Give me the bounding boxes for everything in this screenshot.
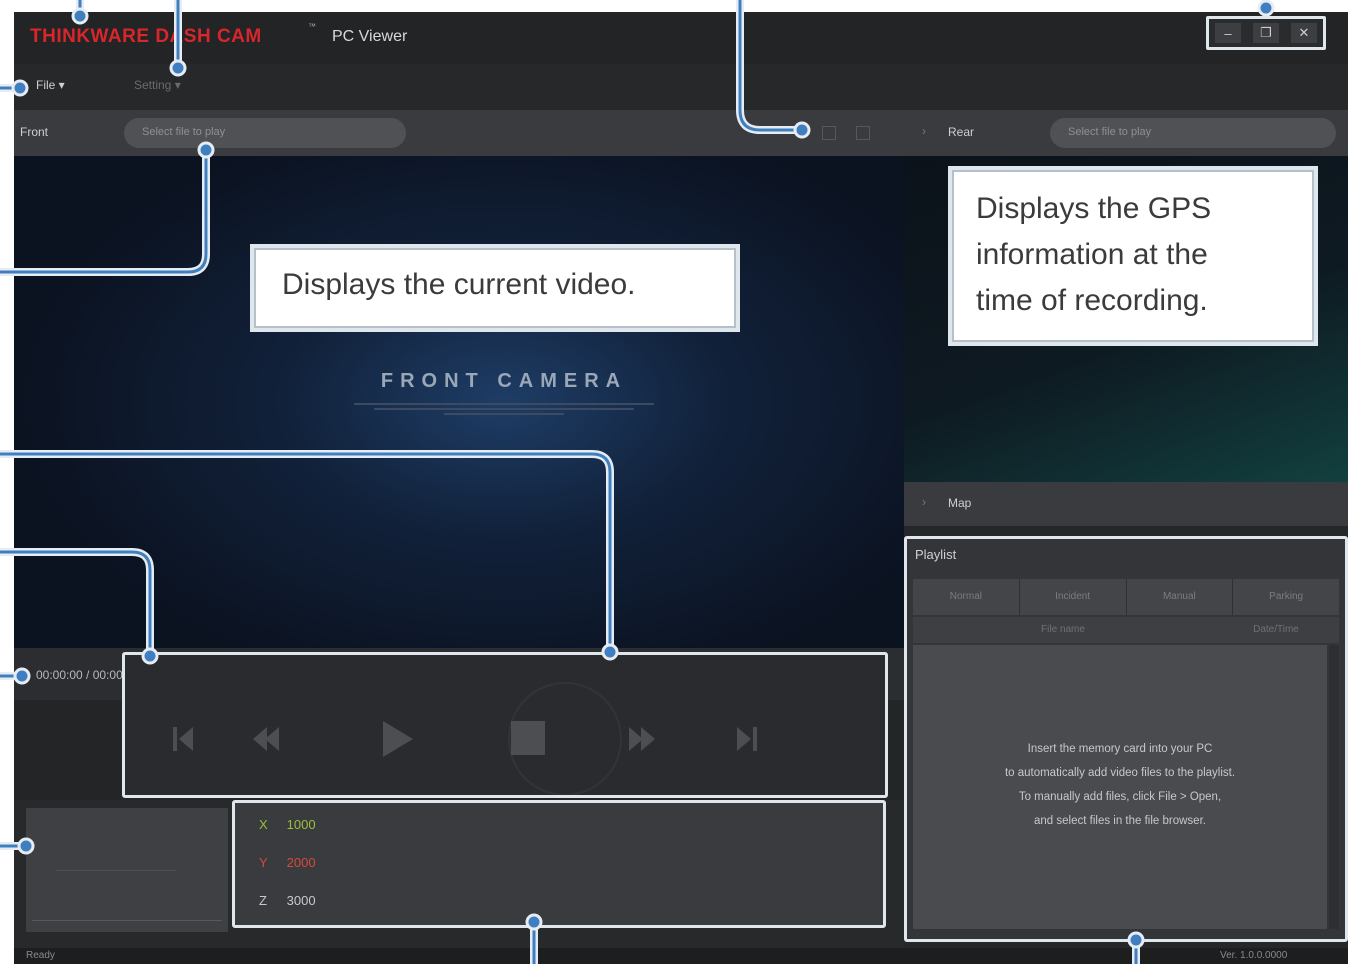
- gps-callout: Displays the GPS information at the time…: [948, 166, 1318, 346]
- g-sensor-z: Z 3000: [259, 893, 316, 908]
- play-icon[interactable]: [383, 721, 413, 757]
- playlist-scrollbar[interactable]: [1329, 645, 1339, 929]
- collapse-arrow-icon[interactable]: ›: [922, 124, 926, 138]
- rear-label: Rear: [948, 125, 975, 139]
- pc-viewer-window: THINKWARE DASH CAM ™ PC Viewer – ❐ ✕ Fil…: [14, 12, 1348, 964]
- gps-callout-line: Displays the GPS: [976, 192, 1212, 225]
- message-line: and select files in the file browser.: [1034, 815, 1206, 827]
- playback-controls: [122, 652, 888, 798]
- fast-forward-icon[interactable]: [629, 727, 655, 751]
- gps-callout-line: information at the: [976, 238, 1208, 271]
- rear-header: › Rear Select file to play: [904, 110, 1348, 156]
- axis-y-label: Y: [259, 855, 268, 870]
- stop-icon[interactable]: [511, 721, 545, 755]
- brand-logo: THINKWARE DASH CAM: [30, 26, 262, 47]
- playlist-empty-message: Insert the memory card into your PC to a…: [913, 737, 1327, 833]
- status-bar: Ready Ver. 1.0.0.0000: [14, 948, 1348, 964]
- playlist-body[interactable]: Insert the memory card into your PC to a…: [913, 645, 1327, 929]
- graph-baseline: [32, 920, 222, 921]
- skip-previous-icon[interactable]: [173, 727, 193, 751]
- graph-line: [56, 870, 176, 871]
- tab-parking[interactable]: Parking: [1233, 579, 1339, 615]
- front-header: Front Select file to play: [14, 110, 904, 156]
- video-callout: Displays the current video.: [250, 244, 740, 332]
- axis-z-value: 3000: [286, 893, 316, 908]
- playback-controls-graphic: [173, 682, 757, 795]
- split-view-icon[interactable]: [856, 126, 870, 140]
- column-date-time[interactable]: Date/Time: [1213, 617, 1339, 643]
- tab-manual[interactable]: Manual: [1127, 579, 1234, 615]
- title-bar: THINKWARE DASH CAM ™ PC Viewer – ❐ ✕: [14, 12, 1348, 64]
- status-text: Ready: [26, 950, 55, 961]
- menu-setting[interactable]: Setting ▾: [134, 78, 181, 92]
- video-callout-text: Displays the current video.: [282, 268, 636, 301]
- g-sensor-x: X 1000: [259, 817, 316, 832]
- map-label: Map: [948, 496, 972, 510]
- speed-graph: [26, 808, 228, 932]
- tab-normal[interactable]: Normal: [913, 579, 1020, 615]
- g-sensor-panel: X 1000 Y 2000 Z 3000: [232, 800, 886, 928]
- app-title: PC Viewer: [332, 28, 408, 45]
- window-controls: – ❐ ✕: [1206, 16, 1326, 50]
- close-button[interactable]: ✕: [1291, 23, 1317, 43]
- camera-subtitle-lines: [354, 400, 654, 415]
- maximize-button[interactable]: ❐: [1253, 23, 1279, 43]
- map-header[interactable]: › Map: [904, 482, 1348, 526]
- menu-file[interactable]: File ▾: [36, 78, 65, 92]
- message-line: Insert the memory card into your PC: [1027, 743, 1213, 755]
- front-file-select[interactable]: Select file to play: [124, 118, 406, 148]
- message-line: to automatically add video files to the …: [1004, 767, 1236, 779]
- playlist-header: File name Date/Time: [913, 617, 1339, 643]
- gps-callout-line: time of recording.: [976, 284, 1208, 317]
- front-label: Front: [20, 125, 49, 139]
- menu-bar: File ▾ Setting ▾: [14, 64, 1348, 110]
- rewind-icon[interactable]: [253, 727, 279, 751]
- axis-y-value: 2000: [286, 855, 316, 870]
- trademark-mark: ™: [308, 22, 316, 31]
- tab-incident[interactable]: Incident: [1020, 579, 1127, 615]
- playlist-tabs: Normal Incident Manual Parking: [913, 579, 1339, 615]
- rear-file-select[interactable]: Select file to play: [1050, 118, 1336, 148]
- column-file-name[interactable]: File name: [913, 617, 1213, 643]
- axis-x-label: X: [259, 817, 268, 832]
- g-sensor-y: Y 2000: [259, 855, 316, 870]
- playlist-panel: Playlist Normal Incident Manual Parking …: [904, 536, 1348, 942]
- screen-mode-icon[interactable]: [822, 126, 836, 140]
- playlist-title: Playlist: [915, 547, 957, 562]
- skip-next-icon[interactable]: [737, 727, 757, 751]
- message-line: To manually add files, click File > Open…: [1018, 791, 1222, 803]
- front-camera-label: FRONT CAMERA: [380, 370, 628, 392]
- version-text: Ver. 1.0.0.0000: [1220, 950, 1288, 961]
- expand-arrow-icon[interactable]: ›: [922, 495, 926, 509]
- video-viewport[interactable]: FRONT CAMERA: [14, 156, 904, 648]
- axis-x-value: 1000: [286, 817, 316, 832]
- minimize-button[interactable]: –: [1215, 23, 1241, 43]
- axis-z-label: Z: [259, 893, 267, 908]
